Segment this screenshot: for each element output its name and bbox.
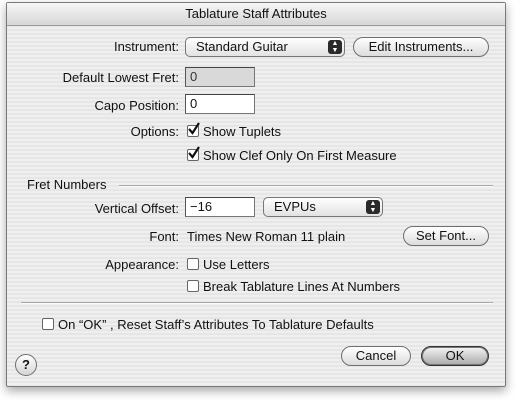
appearance-label: Appearance: <box>105 257 179 272</box>
instrument-popup[interactable]: Standard Guitar ▲ ▼ <box>185 37 345 57</box>
popup-arrows-icon: ▲ ▼ <box>328 40 342 54</box>
lowest-fret-field[interactable]: 0 <box>185 67 255 87</box>
font-value: Times New Roman 11 plain <box>187 229 346 244</box>
fret-numbers-group-label: Fret Numbers <box>27 177 107 192</box>
checkmark-icon <box>188 122 200 135</box>
capo-label: Capo Position: <box>94 98 179 113</box>
cancel-button[interactable]: Cancel <box>341 346 411 366</box>
units-popup[interactable]: EVPUs ▲ ▼ <box>263 197 383 217</box>
break-lines-checkbox[interactable] <box>187 280 199 292</box>
capo-field[interactable]: 0 <box>185 94 255 114</box>
dialog-title: Tablature Staff Attributes <box>7 3 505 26</box>
ok-button[interactable]: OK <box>421 346 489 366</box>
checkmark-icon <box>188 146 200 159</box>
font-label: Font: <box>149 229 179 244</box>
bottom-divider <box>21 302 493 304</box>
break-lines-label[interactable]: Break Tablature Lines At Numbers <box>203 279 400 294</box>
fret-numbers-divider <box>119 185 493 187</box>
options-label: Options: <box>130 124 179 139</box>
dialog-window: Tablature Staff Attributes Instrument: S… <box>6 2 506 387</box>
lowest-fret-label: Default Lowest Fret: <box>62 70 179 85</box>
reset-label[interactable]: On “OK” , Reset Staff’s Attributes To Ta… <box>58 317 374 332</box>
popup-arrows-icon: ▲ ▼ <box>366 200 380 214</box>
use-letters-label[interactable]: Use Letters <box>203 257 269 272</box>
vertical-offset-field[interactable]: −16 <box>185 197 255 217</box>
show-tuplets-checkbox[interactable] <box>187 122 200 137</box>
use-letters-checkbox[interactable] <box>187 258 199 270</box>
reset-checkbox[interactable] <box>42 318 54 330</box>
instrument-label: Instrument: <box>113 39 179 54</box>
show-tuplets-label[interactable]: Show Tuplets <box>203 124 281 139</box>
set-font-button[interactable]: Set Font... <box>403 226 489 246</box>
instrument-value: Standard Guitar <box>196 39 288 54</box>
show-clef-checkbox[interactable] <box>187 146 200 161</box>
vertical-offset-label: Vertical Offset: <box>94 201 179 216</box>
help-button[interactable]: ? <box>15 354 37 376</box>
show-clef-label[interactable]: Show Clef Only On First Measure <box>203 148 397 163</box>
units-value: EVPUs <box>274 199 316 214</box>
edit-instruments-button[interactable]: Edit Instruments... <box>353 37 489 57</box>
